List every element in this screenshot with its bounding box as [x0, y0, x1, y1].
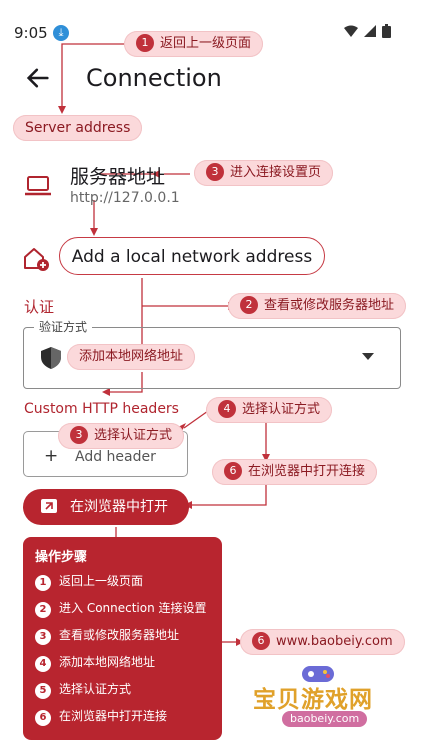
arrow-left-icon[interactable] — [24, 64, 52, 92]
wifi-icon — [344, 25, 358, 37]
annotation-select-auth: 3 选择认证方式 — [58, 423, 185, 449]
chevron-down-icon[interactable] — [362, 353, 374, 361]
annotation-add-local: 添加本地网络地址 — [67, 344, 196, 370]
annotation-text: 进入连接设置页 — [230, 165, 322, 180]
annotation-open-browser: 6 在浏览器中打开连接 — [212, 459, 378, 485]
annotation-number: 3 — [206, 163, 224, 181]
annotation-server-address: Server address — [13, 115, 143, 141]
annotation-number: 4 — [218, 400, 236, 418]
watermark-url: baobeiy.com — [282, 711, 368, 727]
step-text: 在浏览器中打开连接 — [59, 709, 168, 723]
step-text: 添加本地网络地址 — [59, 655, 156, 669]
annotation-text: 查看或修改服务器地址 — [264, 298, 395, 313]
annotation-connection-settings: 3 进入连接设置页 — [194, 160, 334, 186]
step-item: 3 查看或修改服务器地址 — [35, 626, 179, 645]
annotation-number: 6 — [252, 632, 270, 650]
auth-section-label: 认证 — [24, 298, 55, 316]
step-item: 6 在浏览器中打开连接 — [35, 707, 167, 726]
annotation-text: www.baobeiy.com — [276, 634, 393, 649]
add-header-label: Add header — [75, 449, 156, 465]
step-text: 选择认证方式 — [59, 682, 132, 696]
battery-icon — [382, 24, 391, 38]
laptop-icon — [25, 176, 51, 196]
step-number: 4 — [35, 656, 51, 672]
shield-icon — [41, 347, 61, 369]
annotation-url: 6 www.baobeiy.com — [240, 629, 405, 655]
add-local-address-button[interactable]: Add a local network address — [59, 237, 325, 275]
status-icons — [344, 24, 391, 38]
signal-icon — [364, 25, 376, 37]
download-icon: ⤓ — [53, 25, 69, 41]
step-text: 查看或修改服务器地址 — [59, 628, 180, 642]
steps-title: 操作步骤 — [35, 550, 88, 565]
step-number: 5 — [35, 683, 51, 699]
annotation-number: 2 — [240, 296, 258, 314]
home-add-icon — [24, 248, 49, 271]
step-number: 3 — [35, 629, 51, 645]
step-item: 4 添加本地网络地址 — [35, 653, 155, 672]
step-number: 1 — [35, 575, 51, 591]
annotation-auth-method: 4 选择认证方式 — [206, 397, 333, 423]
step-text: 进入 Connection 连接设置 — [59, 601, 207, 615]
step-number: 2 — [35, 602, 51, 618]
server-address-value[interactable]: http://127.0.0.1 — [70, 190, 180, 206]
step-item: 5 选择认证方式 — [35, 680, 131, 699]
server-address-title[interactable]: 服务器地址 — [70, 162, 165, 189]
annotation-number: 6 — [224, 462, 242, 480]
open-in-browser-label: 在浏览器中打开 — [70, 499, 168, 515]
watermark-title: 宝贝游戏网 — [253, 687, 373, 713]
plus-icon: + — [44, 446, 59, 466]
annotation-back: 1 返回上一级页面 — [124, 31, 264, 57]
step-item: 2 进入 Connection 连接设置 — [35, 599, 207, 618]
step-text: 返回上一级页面 — [59, 574, 144, 588]
step-item: 1 返回上一级页面 — [35, 572, 143, 591]
annotation-text: 返回上一级页面 — [160, 36, 252, 51]
annotation-number: 3 — [70, 426, 88, 444]
connector-4 — [183, 410, 209, 429]
status-time: 9:05 — [14, 24, 48, 42]
custom-headers-label: Custom HTTP headers — [24, 401, 179, 417]
annotation-text: 选择认证方式 — [242, 402, 321, 417]
step-number: 6 — [35, 710, 51, 726]
annotation-view-server: 2 查看或修改服务器地址 — [228, 293, 407, 319]
open-external-icon — [41, 499, 57, 513]
annotation-text: 在浏览器中打开连接 — [248, 464, 366, 479]
page-title: Connection — [86, 64, 222, 92]
annotation-number: 1 — [136, 34, 154, 52]
annotation-text: 选择认证方式 — [94, 428, 173, 443]
auth-method-legend: 验证方式 — [34, 318, 93, 335]
